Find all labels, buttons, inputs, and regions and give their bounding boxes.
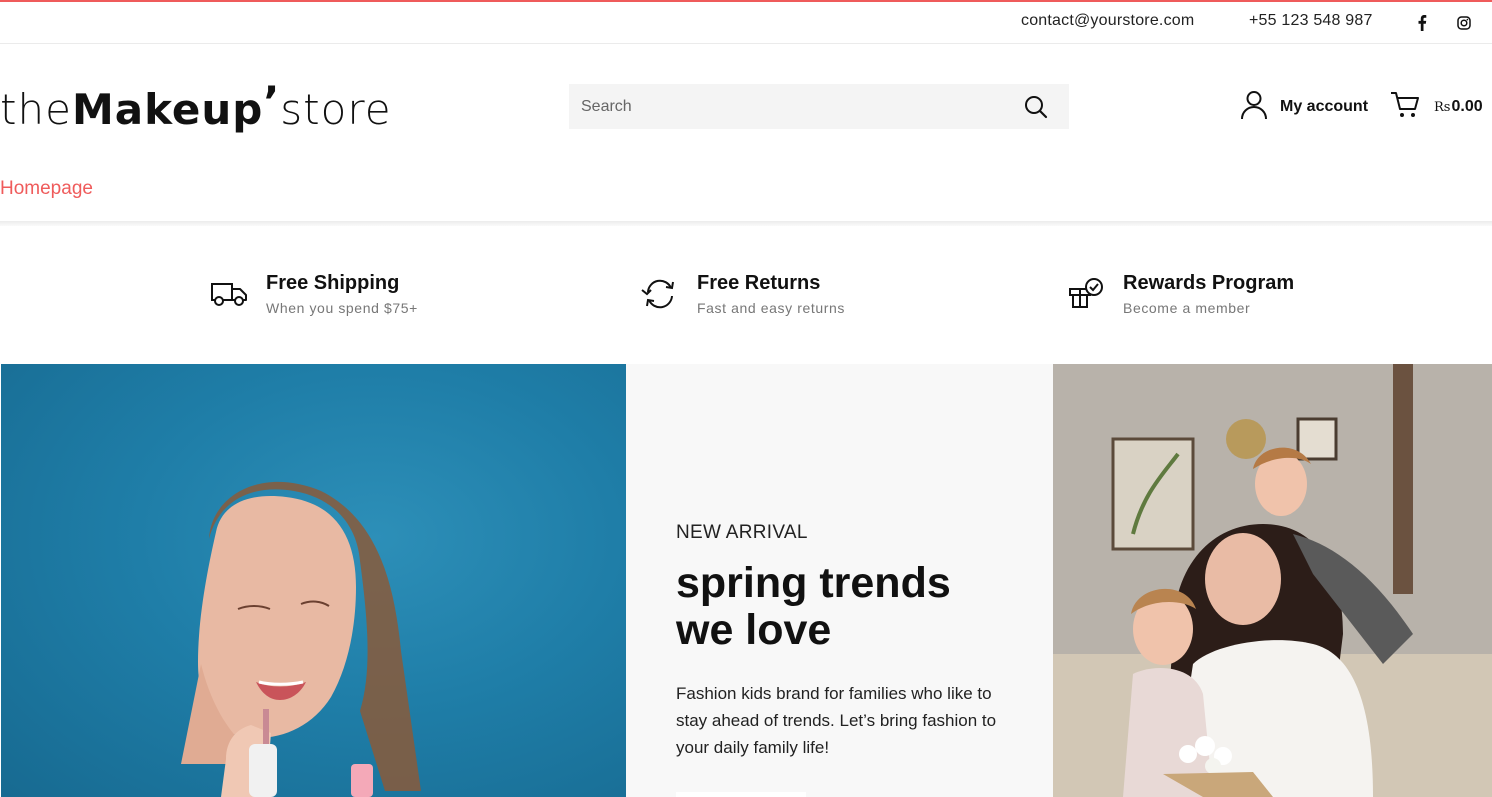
logo-part-the: the [0,85,72,134]
contact-email[interactable]: contact@yourstore.com [1021,12,1194,30]
rewards-box-icon [1066,274,1106,314]
search-bar [569,84,1069,129]
user-icon [1240,90,1268,125]
woman-applying-lipgloss-illustration [181,481,421,797]
mother-with-kids-illustration [1053,364,1492,797]
logo-apostrophe: ’ [263,77,281,126]
banner-image-family[interactable] [1053,364,1492,797]
cart-currency: Rs [1434,100,1451,115]
promo-eyebrow: NEW ARRIVAL [676,522,808,543]
promo-headline: spring trends we love [676,559,951,654]
nav-divider [0,221,1492,226]
facebook-icon[interactable] [1413,14,1431,32]
promo-cta-button[interactable] [676,792,806,797]
logo-part-store: store [280,85,392,134]
contact-phone[interactable]: +55 123 548 987 [1249,12,1373,30]
promo-panel: NEW ARRIVAL spring trends we love Fashio… [626,364,1053,797]
store-logo[interactable]: theMakeup’store [0,77,392,138]
search-input[interactable] [569,84,1009,129]
banner-image-lipstick[interactable] [1,364,626,797]
nav-item-homepage[interactable]: Homepage [0,178,93,200]
cart-amount: 0.00 [1451,98,1483,115]
cart-total: Rs0.00 [1434,98,1483,116]
returns-icon [640,274,680,314]
logo-part-makeup: Makeup [71,85,264,134]
feature-title: Free Returns [697,272,821,294]
feature-subtitle: When you spend $75+ [266,300,418,316]
cart-icon [1390,91,1420,124]
top-bar: contact@yourstore.com +55 123 548 987 [0,2,1492,44]
cart-link[interactable]: Rs0.00 [1390,91,1483,124]
feature-title: Rewards Program [1123,272,1295,294]
instagram-icon[interactable] [1455,14,1473,32]
promo-description: Fashion kids brand for families who like… [676,684,997,757]
my-account-label: My account [1280,98,1369,115]
my-account-link[interactable]: My account [1240,90,1369,125]
feature-title: Free Shipping [266,272,400,294]
truck-icon [209,274,249,314]
search-icon[interactable] [1021,92,1051,122]
feature-subtitle: Fast and easy returns [697,300,845,316]
feature-subtitle: Become a member [1123,300,1251,316]
